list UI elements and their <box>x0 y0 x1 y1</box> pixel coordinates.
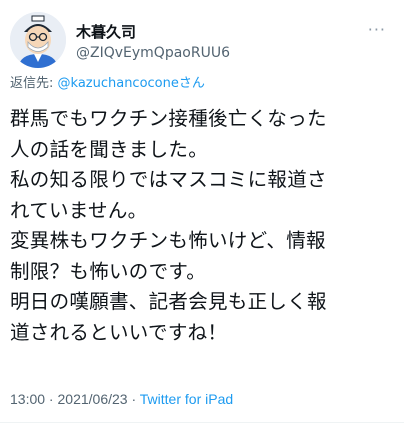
tweet-text: 群馬でもワクチン接種後亡くなった 人の話を聞きました。 私の知る限りではマスコミ… <box>10 107 327 344</box>
tweet-source-link[interactable]: Twitter for iPad <box>140 391 233 407</box>
divider <box>0 422 404 423</box>
tweet-metadata: 13:00 · 2021/06/23 · Twitter for iPad <box>10 390 233 408</box>
user-handle[interactable]: @ZIQvEymQpaoRUU6 <box>76 44 230 62</box>
reply-to-line: 返信先: @kazuchancoconeさん <box>10 75 205 93</box>
avatar[interactable] <box>10 12 66 68</box>
reply-to-prefix: 返信先: <box>10 76 58 91</box>
reply-mention-link[interactable]: @kazuchancoconeさん <box>58 76 205 91</box>
tweet-date[interactable]: 2021/06/23 <box>58 391 128 407</box>
tweet-time[interactable]: 13:00 <box>10 391 45 407</box>
meta-separator: · <box>45 391 58 407</box>
more-options-icon[interactable]: ··· <box>368 20 386 39</box>
avatar-illustration-icon <box>10 12 66 68</box>
tweet-header: 木暮久司 @ZIQvEymQpaoRUU6 ··· <box>10 12 394 68</box>
display-name[interactable]: 木暮久司 <box>76 23 136 41</box>
meta-separator: · <box>127 391 140 407</box>
